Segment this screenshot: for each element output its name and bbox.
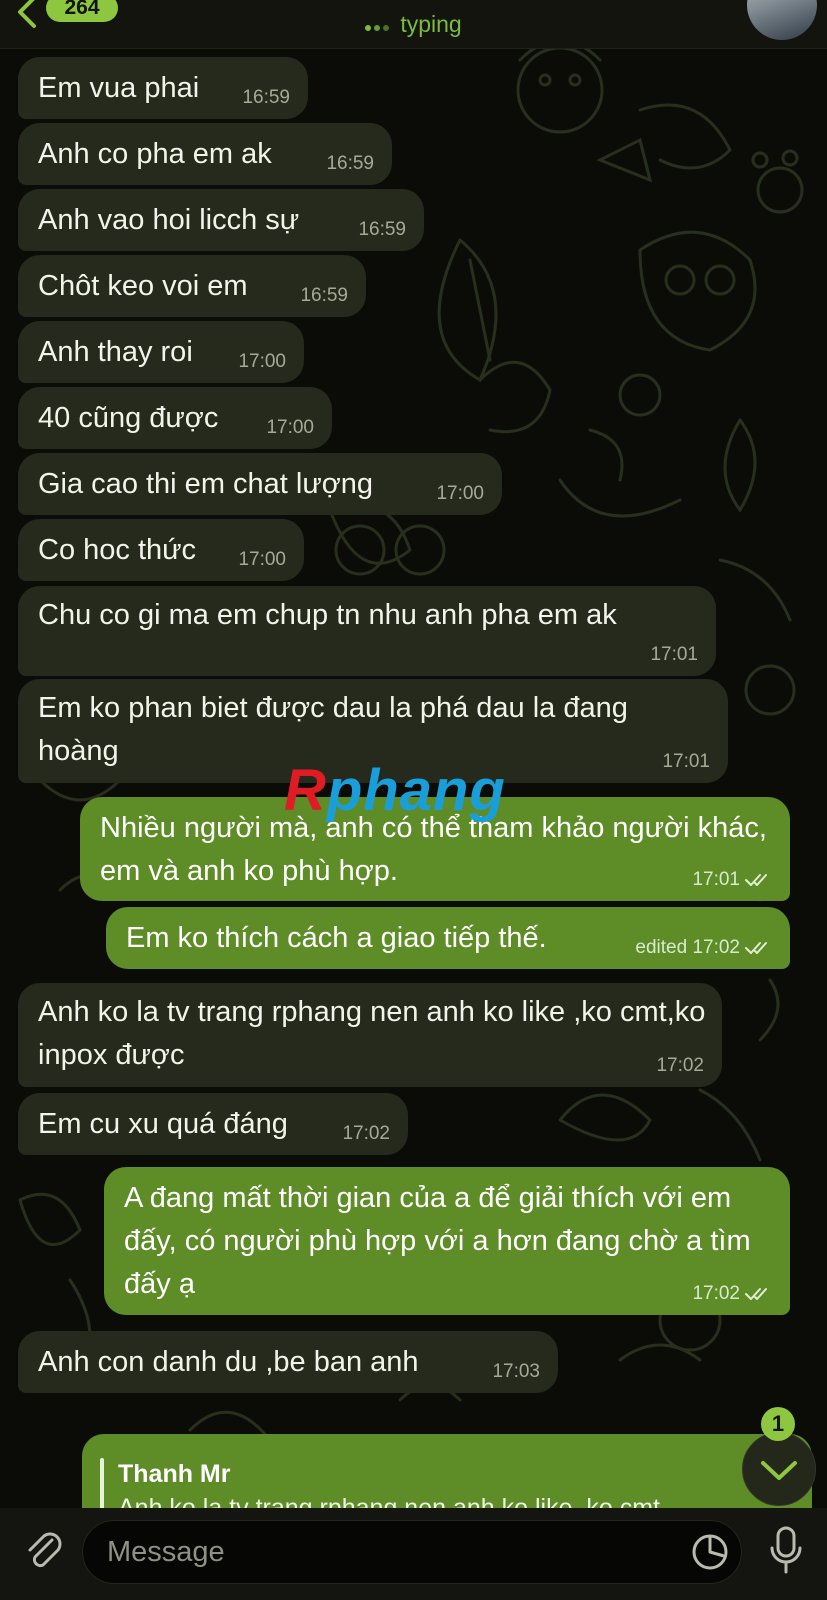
message-time: 17:00 [266, 417, 314, 438]
message-text: Em cu xu quá đáng [38, 1108, 288, 1140]
message-time-read: edited 17:02 [635, 937, 772, 959]
message-time: 17:01 [650, 644, 698, 665]
double-check-icon [745, 1287, 767, 1300]
message-time: 17:00 [436, 483, 484, 504]
message-incoming[interactable]: Em vua phai 16:59 [18, 57, 308, 119]
message-text: Anh vao hoi licch sự [38, 204, 300, 236]
message-incoming[interactable]: Anh ko la tv trang rphang nen anh ko lik… [18, 983, 722, 1087]
message-time: 17:02 [656, 1055, 704, 1076]
message-time: 17:00 [238, 351, 286, 372]
message-incoming[interactable]: Anh co pha em ak 16:59 [18, 123, 392, 185]
message-incoming[interactable]: Anh vao hoi licch sự 16:59 [18, 189, 424, 251]
chevron-down-icon [761, 1461, 797, 1480]
message-outgoing-reply[interactable]: Thanh Mr Anh ko la tv trang rphang nen a… [82, 1434, 812, 1508]
double-check-icon [745, 941, 767, 954]
message-outgoing[interactable]: A đang mất thời gian của a để giải thích… [104, 1167, 790, 1315]
message-time: 17:00 [238, 549, 286, 570]
reply-author: Thanh Mr [118, 1460, 231, 1488]
message-time-read: 17:01 [692, 869, 772, 891]
sticker-icon[interactable] [690, 1532, 730, 1572]
message-incoming[interactable]: Gia cao thi em chat lượng 17:00 [18, 453, 502, 515]
watermark-logo: Rphang [284, 758, 506, 823]
paperclip-icon[interactable] [22, 1530, 68, 1576]
message-time: 16:59 [358, 219, 406, 240]
message-incoming[interactable]: Co hoc thức 17:00 [18, 519, 304, 581]
message-text: Chu co gi ma em chup tn nhu anh pha em a… [38, 599, 617, 631]
message-time: 16:59 [242, 87, 290, 108]
message-text: Anh con danh du ,be ban anh [38, 1346, 419, 1378]
message-outgoing[interactable]: Em ko thích cách a giao tiếp thế. edited… [106, 907, 790, 969]
message-text: A đang mất thời gian của a để giải thích… [124, 1182, 751, 1300]
reply-snippet: Anh ko la tv trang rphang nen anh ko lik… [118, 1494, 660, 1508]
message-text: Gia cao thi em chat lượng [38, 468, 374, 500]
typing-status: typing [0, 10, 827, 40]
message-incoming[interactable]: Chôt keo voi em 16:59 [18, 255, 366, 317]
microphone-icon[interactable] [766, 1524, 806, 1578]
double-check-icon [745, 873, 767, 886]
message-time: 17:03 [492, 1361, 540, 1382]
message-text: Anh co pha em ak [38, 138, 272, 170]
scroll-to-bottom-button[interactable] [742, 1432, 816, 1506]
message-time: 17:02 [342, 1123, 390, 1144]
message-text: Anh ko la tv trang rphang nen anh ko lik… [38, 996, 706, 1071]
message-incoming[interactable]: Em cu xu quá đáng 17:02 [18, 1093, 408, 1155]
message-time: 16:59 [300, 285, 348, 306]
message-time: 17:01 [692, 869, 740, 890]
typing-status-label: typing [400, 11, 462, 37]
message-time-read: 17:02 [692, 1283, 772, 1305]
chat-header: 264 typing [0, 0, 827, 49]
message-incoming[interactable]: Chu co gi ma em chup tn nhu anh pha em a… [18, 586, 716, 676]
message-time: 17:01 [662, 751, 710, 772]
chat-title[interactable] [0, 0, 827, 8]
message-incoming[interactable]: Anh con danh du ,be ban anh 17:03 [18, 1331, 558, 1393]
new-messages-badge: 1 [761, 1407, 795, 1441]
message-input[interactable] [82, 1520, 742, 1584]
message-incoming[interactable]: 40 cũng được 17:00 [18, 387, 332, 449]
message-incoming[interactable]: Anh thay roi 17:00 [18, 321, 304, 383]
message-time: 16:59 [326, 153, 374, 174]
reply-quote-bar [100, 1458, 104, 1508]
message-time: edited 17:02 [635, 937, 740, 958]
message-time: 17:02 [692, 1283, 740, 1304]
typing-dots-icon [365, 12, 392, 40]
